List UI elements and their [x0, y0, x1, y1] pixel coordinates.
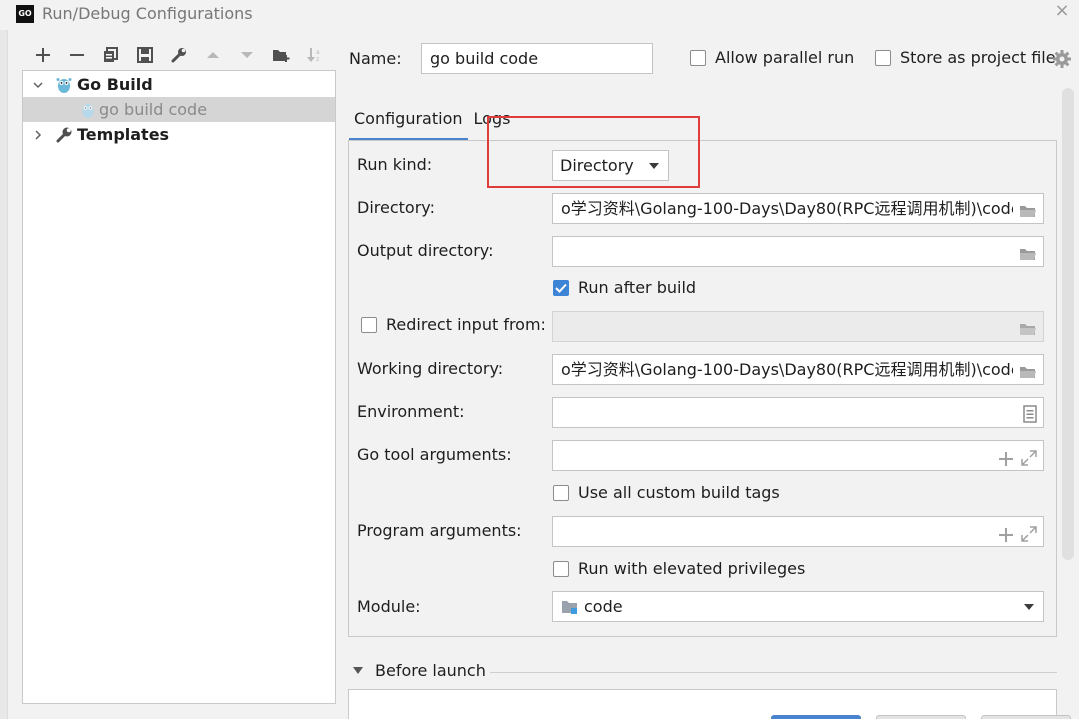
directory-field[interactable]: o学习资料\Golang-100-Days\Day80(RPC远程调用机制)\c… — [552, 193, 1044, 224]
copy-icon[interactable] — [94, 42, 128, 68]
folder-icon[interactable] — [1019, 199, 1037, 223]
redirect-input-field — [552, 311, 1044, 342]
folder-icon — [1019, 317, 1037, 341]
chevron-down-icon[interactable] — [29, 79, 47, 91]
folder-icon[interactable] — [1019, 360, 1037, 384]
vertical-scrollbar[interactable] — [1062, 88, 1074, 560]
allow-parallel-run-label: Allow parallel run — [715, 48, 855, 67]
run-kind-label: Run kind: — [357, 155, 433, 174]
store-as-project-file-label: Store as project file — [900, 48, 1056, 67]
chevron-down-icon[interactable] — [353, 667, 363, 674]
plus-icon[interactable] — [999, 446, 1013, 470]
run-elevated-checkbox[interactable]: Run with elevated privileges — [553, 559, 805, 578]
tree-item-templates[interactable]: Templates — [23, 122, 335, 147]
move-up-icon[interactable] — [196, 42, 230, 68]
store-as-project-file-checkbox[interactable]: Store as project file — [875, 48, 1056, 67]
checkbox-box[interactable] — [875, 49, 891, 66]
output-directory-label: Output directory: — [357, 241, 494, 260]
directory-value: o学习资料\Golang-100-Days\Day80(RPC远程调用机制)\c… — [561, 199, 1013, 218]
expand-icon[interactable] — [1021, 522, 1037, 546]
use-custom-build-tags-checkbox[interactable]: Use all custom build tags — [553, 483, 780, 502]
background-window-edge — [0, 30, 8, 719]
close-icon[interactable]: × — [1053, 2, 1071, 20]
new-folder-icon[interactable] — [264, 42, 298, 68]
name-input[interactable]: go build code — [421, 43, 653, 74]
allow-parallel-run-checkbox[interactable]: Allow parallel run — [690, 48, 854, 67]
wrench-icon — [55, 126, 73, 144]
config-toolbar: az — [26, 42, 332, 68]
expand-icon[interactable] — [1021, 446, 1037, 470]
checkbox-box[interactable] — [690, 49, 706, 66]
checkbox-checked[interactable] — [553, 279, 569, 296]
plus-icon[interactable] — [999, 522, 1013, 546]
redirect-input-label: Redirect input from: — [386, 315, 546, 334]
before-launch-label: Before launch — [375, 661, 486, 680]
working-directory-label: Working directory: — [357, 359, 504, 378]
apply-button[interactable] — [981, 715, 1071, 719]
config-tree: Go Build go build code Templates — [22, 70, 336, 704]
run-after-build-checkbox[interactable]: Run after build — [553, 278, 696, 297]
highlight-annotation-box — [487, 116, 700, 188]
run-after-build-label: Run after build — [578, 278, 697, 297]
goland-app-icon: GO — [16, 5, 34, 23]
checkbox-box[interactable] — [361, 316, 377, 333]
gopher-icon — [55, 76, 73, 94]
title-bar: GO Run/Debug Configurations × — [0, 0, 1079, 30]
go-tool-arguments-label: Go tool arguments: — [357, 445, 512, 464]
working-directory-field[interactable]: o学习资料\Golang-100-Days\Day80(RPC远程调用机制)\c… — [552, 354, 1044, 385]
tree-item-go-build[interactable]: Go Build — [23, 72, 335, 97]
chevron-right-icon[interactable] — [29, 129, 47, 141]
cancel-button[interactable] — [876, 715, 966, 719]
checkbox-box[interactable] — [553, 560, 569, 577]
before-launch-section[interactable]: Before launch — [351, 661, 486, 680]
go-tool-arguments-field[interactable] — [552, 440, 1044, 471]
remove-icon[interactable] — [60, 42, 94, 68]
document-icon[interactable] — [1023, 403, 1037, 427]
program-arguments-label: Program arguments: — [357, 521, 522, 540]
module-folder-icon — [561, 599, 579, 615]
use-custom-build-tags-label: Use all custom build tags — [578, 483, 780, 502]
dropdown-arrow-icon — [1024, 604, 1034, 610]
svg-text:z: z — [316, 56, 319, 63]
window-title: Run/Debug Configurations — [42, 4, 253, 23]
tab-configuration[interactable]: Configuration — [349, 106, 468, 141]
add-icon[interactable] — [26, 42, 60, 68]
program-arguments-field[interactable] — [552, 516, 1044, 547]
ok-button[interactable] — [771, 715, 861, 719]
module-value: code — [584, 597, 623, 616]
wrench-icon[interactable] — [162, 42, 196, 68]
run-elevated-label: Run with elevated privileges — [578, 559, 806, 578]
name-label: Name: — [349, 49, 402, 68]
gear-icon[interactable] — [1052, 49, 1072, 69]
save-icon[interactable] — [128, 42, 162, 68]
sort-icon[interactable]: az — [298, 42, 332, 68]
directory-label: Directory: — [357, 198, 435, 217]
environment-field[interactable] — [552, 397, 1044, 428]
checkbox-box[interactable] — [553, 484, 569, 501]
module-label: Module: — [357, 597, 421, 616]
gopher-icon — [79, 101, 97, 119]
environment-label: Environment: — [357, 402, 465, 421]
move-down-icon[interactable] — [230, 42, 264, 68]
tree-item-go-build-code[interactable]: go build code — [23, 97, 335, 122]
module-dropdown[interactable]: code — [552, 591, 1044, 622]
tree-item-label: Go Build — [77, 75, 153, 94]
tree-item-label: go build code — [99, 100, 208, 119]
redirect-input-checkbox[interactable]: Redirect input from: — [361, 315, 546, 334]
svg-text:a: a — [316, 49, 320, 56]
tree-item-label: Templates — [77, 125, 170, 144]
divider — [490, 672, 1057, 673]
folder-icon[interactable] — [1019, 242, 1037, 266]
working-directory-value: o学习资料\Golang-100-Days\Day80(RPC远程调用机制)\c… — [561, 360, 1013, 379]
output-directory-field[interactable] — [552, 236, 1044, 267]
